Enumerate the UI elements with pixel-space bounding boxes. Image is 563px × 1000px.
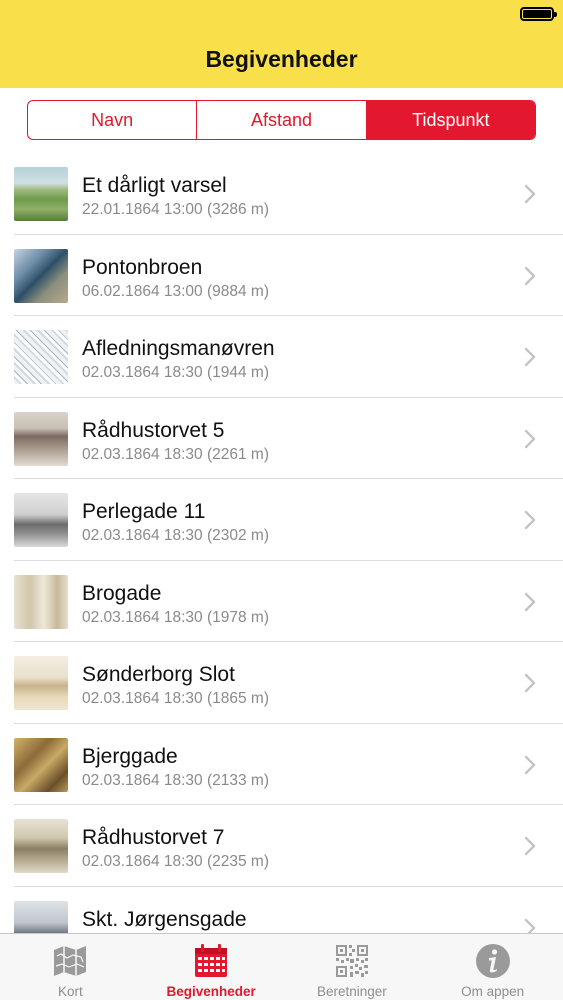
chevron-right-icon (524, 184, 536, 204)
battery-icon (520, 7, 557, 21)
list-item[interactable]: Perlegade 11 02.03.1864 18:30 (2302 m) (0, 479, 563, 561)
tab-bar: Kort Begivenheder Beretninger Om appen (0, 933, 563, 1000)
navigation-bar: Begivenheder (0, 30, 563, 88)
event-title: Afledningsmanøvren (82, 337, 275, 360)
event-thumbnail (14, 248, 68, 303)
event-subtitle: 02.03.1864 18:30 (2235 m) (82, 853, 269, 870)
event-title: Brogade (82, 581, 162, 605)
list-item[interactable]: Bjerggade 02.03.1864 18:30 (2133 m) (0, 724, 563, 806)
event-thumbnail (14, 330, 68, 384)
sort-segmented-control: Navn Afstand Tidspunkt (27, 100, 536, 140)
tab-label: Beretninger (316, 984, 387, 999)
event-subtitle: 02.03.1864 18:30 (2133 m) (82, 771, 269, 789)
list-item[interactable]: Sønderborg Slot 02.03.1864 18:30 (1865 m… (0, 642, 563, 724)
chevron-right-icon (524, 755, 536, 774)
event-title: Perlegade 11 (82, 500, 206, 523)
chevron-right-icon (524, 918, 536, 933)
tab-label: Begivenheder (166, 984, 256, 999)
event-subtitle: 02.03.1864 18:30 (1944 m) (82, 364, 269, 381)
event-title: Sønderborg Slot (82, 663, 235, 686)
chevron-right-icon (524, 673, 536, 693)
event-title: Skt. Jørgensgade (82, 907, 247, 931)
map-icon (54, 946, 87, 976)
info-icon (475, 944, 510, 978)
event-subtitle: 02.03.1864 18:30 (1865 m) (82, 690, 269, 707)
segment-navn[interactable]: Navn (28, 101, 198, 139)
event-thumbnail (14, 900, 68, 933)
chevron-right-icon (524, 347, 536, 367)
chevron-right-icon (524, 266, 536, 285)
event-title: Pontonbroen (82, 255, 203, 279)
qr-code-icon (335, 945, 368, 977)
chevron-right-icon (524, 429, 536, 448)
segment-tidspunkt[interactable]: Tidspunkt (366, 101, 535, 139)
list-item[interactable]: Rådhustorvet 5 02.03.1864 18:30 (2261 m) (0, 398, 563, 480)
event-subtitle: 06.02.1864 13:00 (9884 m) (82, 282, 269, 300)
event-subtitle: 02.03.1864 18:30 (2261 m) (82, 445, 269, 463)
list-item[interactable]: Afledningsmanøvren 02.03.1864 18:30 (194… (0, 316, 563, 398)
tab-beretninger[interactable]: Beretninger (282, 934, 423, 1000)
tab-om-appen[interactable]: Om appen (422, 934, 563, 1000)
event-title: Rådhustorvet 7 (82, 826, 225, 849)
event-subtitle: 22.01.1864 13:00 (3286 m) (82, 201, 269, 218)
calendar-icon (195, 944, 228, 977)
list-item[interactable]: Pontonbroen 06.02.1864 13:00 (9884 m) (0, 235, 563, 317)
tab-begivenheder[interactable]: Begivenheder (141, 934, 282, 1000)
event-thumbnail (14, 493, 68, 547)
list-item[interactable]: Et dårligt varsel 22.01.1864 13:00 (3286… (0, 153, 563, 235)
events-list: Et dårligt varsel 22.01.1864 13:00 (3286… (0, 153, 563, 933)
list-item[interactable]: Rådhustorvet 7 02.03.1864 18:30 (2235 m) (0, 805, 563, 887)
event-thumbnail (14, 656, 68, 710)
list-item[interactable]: Skt. Jørgensgade (0, 887, 563, 933)
tab-label: Om appen (461, 984, 525, 999)
chevron-right-icon (524, 592, 536, 611)
segment-afstand[interactable]: Afstand (197, 101, 367, 139)
event-thumbnail (14, 574, 68, 629)
event-thumbnail (14, 411, 68, 466)
event-thumbnail (14, 737, 68, 792)
event-thumbnail (14, 819, 68, 873)
event-subtitle: 02.03.1864 18:30 (1978 m) (82, 608, 269, 626)
page-title: Begivenheder (205, 45, 358, 72)
event-title: Bjerggade (82, 744, 178, 768)
tab-kort[interactable]: Kort (0, 934, 141, 1000)
chevron-right-icon (524, 836, 536, 856)
event-subtitle: 02.03.1864 18:30 (2302 m) (82, 527, 269, 544)
status-bar (0, 0, 563, 30)
chevron-right-icon (524, 510, 536, 530)
event-title: Et dårligt varsel (82, 174, 227, 197)
event-thumbnail (14, 167, 68, 221)
list-item[interactable]: Brogade 02.03.1864 18:30 (1978 m) (0, 561, 563, 643)
tab-label: Kort (57, 984, 83, 999)
event-title: Rådhustorvet 5 (82, 418, 225, 442)
